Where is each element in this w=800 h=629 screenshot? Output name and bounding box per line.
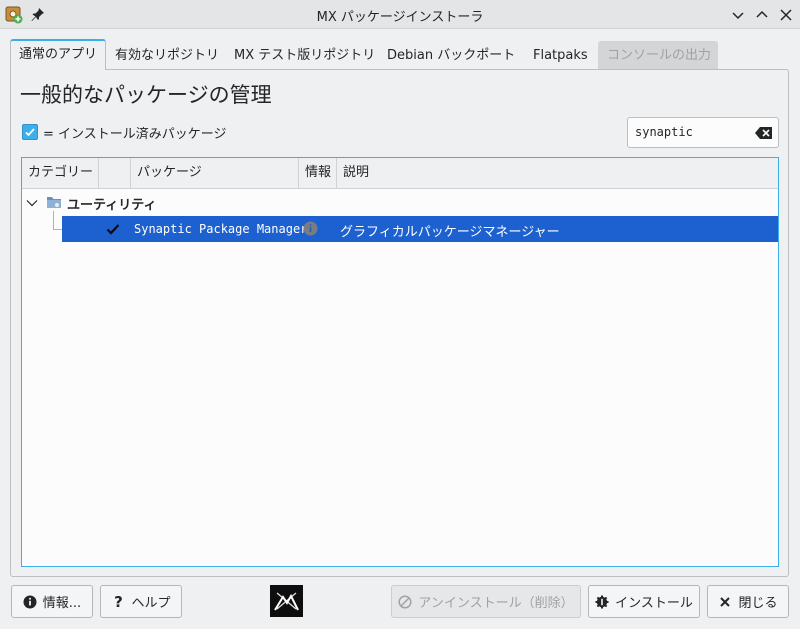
search-input-value[interactable]: synaptic xyxy=(635,125,693,139)
installed-legend-label: = インストール済みパッケージ xyxy=(43,126,227,142)
question-icon: ? xyxy=(114,592,123,611)
tab-flatpaks[interactable]: Flatpaks xyxy=(524,41,597,70)
help-button[interactable]: ? ヘルプ xyxy=(100,585,182,618)
installed-legend: = インストール済みパッケージ xyxy=(22,123,227,142)
maximize-button[interactable] xyxy=(752,5,772,25)
package-description: グラフィカルパッケージマネージャー xyxy=(340,225,560,240)
window-title: MX パッケージインストーラ xyxy=(316,10,484,25)
help-button-label: ヘルプ xyxy=(131,596,171,611)
tab-mx-test-repo[interactable]: MX テスト版リポジトリ xyxy=(225,41,384,70)
close-button[interactable]: 閉じる xyxy=(707,585,789,618)
package-name: Synaptic Package Manager xyxy=(134,222,308,236)
tab-debian-backports[interactable]: Debian バックポート xyxy=(378,41,524,70)
package-tree[interactable]: カテゴリー パッケージ 情報 説明 ユーティリティ Synaptic Packa… xyxy=(21,157,779,567)
folder-icon xyxy=(47,197,61,208)
tree-header: カテゴリー パッケージ 情報 説明 xyxy=(22,158,778,189)
close-icon xyxy=(718,595,732,609)
about-button[interactable]: 情報... xyxy=(11,585,93,618)
uninstall-button[interactable]: アンインストール（削除） xyxy=(391,585,581,618)
group-row-utilities[interactable]: ユーティリティ xyxy=(22,191,778,215)
checkmark-icon xyxy=(25,128,35,137)
page-title: 一般的なパッケージの管理 xyxy=(20,83,272,107)
tab-bar: 通常のアプリ 有効なリポジトリ MX テスト版リポジトリ Debian バックポ… xyxy=(10,39,790,70)
tree-line xyxy=(53,211,54,229)
chevron-down-icon[interactable] xyxy=(26,197,38,209)
package-row-synaptic[interactable]: Synaptic Package Manager グラフィカルパッケージマネージ… xyxy=(62,216,778,242)
column-header-installed[interactable] xyxy=(99,158,131,188)
column-header-category[interactable]: カテゴリー xyxy=(22,158,99,188)
install-button-label: インストール xyxy=(615,596,693,611)
clear-search-icon[interactable] xyxy=(755,126,773,140)
group-name: ユーティリティ xyxy=(67,198,157,213)
tab-enabled-repos[interactable]: 有効なリポジトリ xyxy=(106,41,228,70)
minimize-button[interactable] xyxy=(728,5,748,25)
column-header-info[interactable]: 情報 xyxy=(299,158,337,188)
about-button-label: 情報... xyxy=(42,596,82,611)
installed-legend-checkbox xyxy=(22,124,38,140)
tab-console-output: コンソールの出力 xyxy=(598,41,718,70)
search-input[interactable]: synaptic xyxy=(627,117,779,148)
tab-popular-apps[interactable]: 通常のアプリ xyxy=(10,39,107,70)
mx-logo-icon xyxy=(270,585,303,617)
info-circle-icon xyxy=(23,595,37,609)
close-button-label: 閉じる xyxy=(738,596,778,611)
cancel-circle-icon xyxy=(398,594,412,609)
info-icon[interactable] xyxy=(303,221,318,236)
gear-icon xyxy=(595,595,609,609)
close-window-button[interactable] xyxy=(776,5,796,25)
uninstall-button-label: アンインストール（削除） xyxy=(418,596,574,611)
install-button[interactable]: インストール xyxy=(588,585,700,618)
installed-check-icon[interactable] xyxy=(106,222,120,236)
column-header-description[interactable]: 説明 xyxy=(337,158,778,188)
title-bar: MX パッケージインストーラ xyxy=(0,0,800,29)
column-header-package[interactable]: パッケージ xyxy=(131,158,299,188)
